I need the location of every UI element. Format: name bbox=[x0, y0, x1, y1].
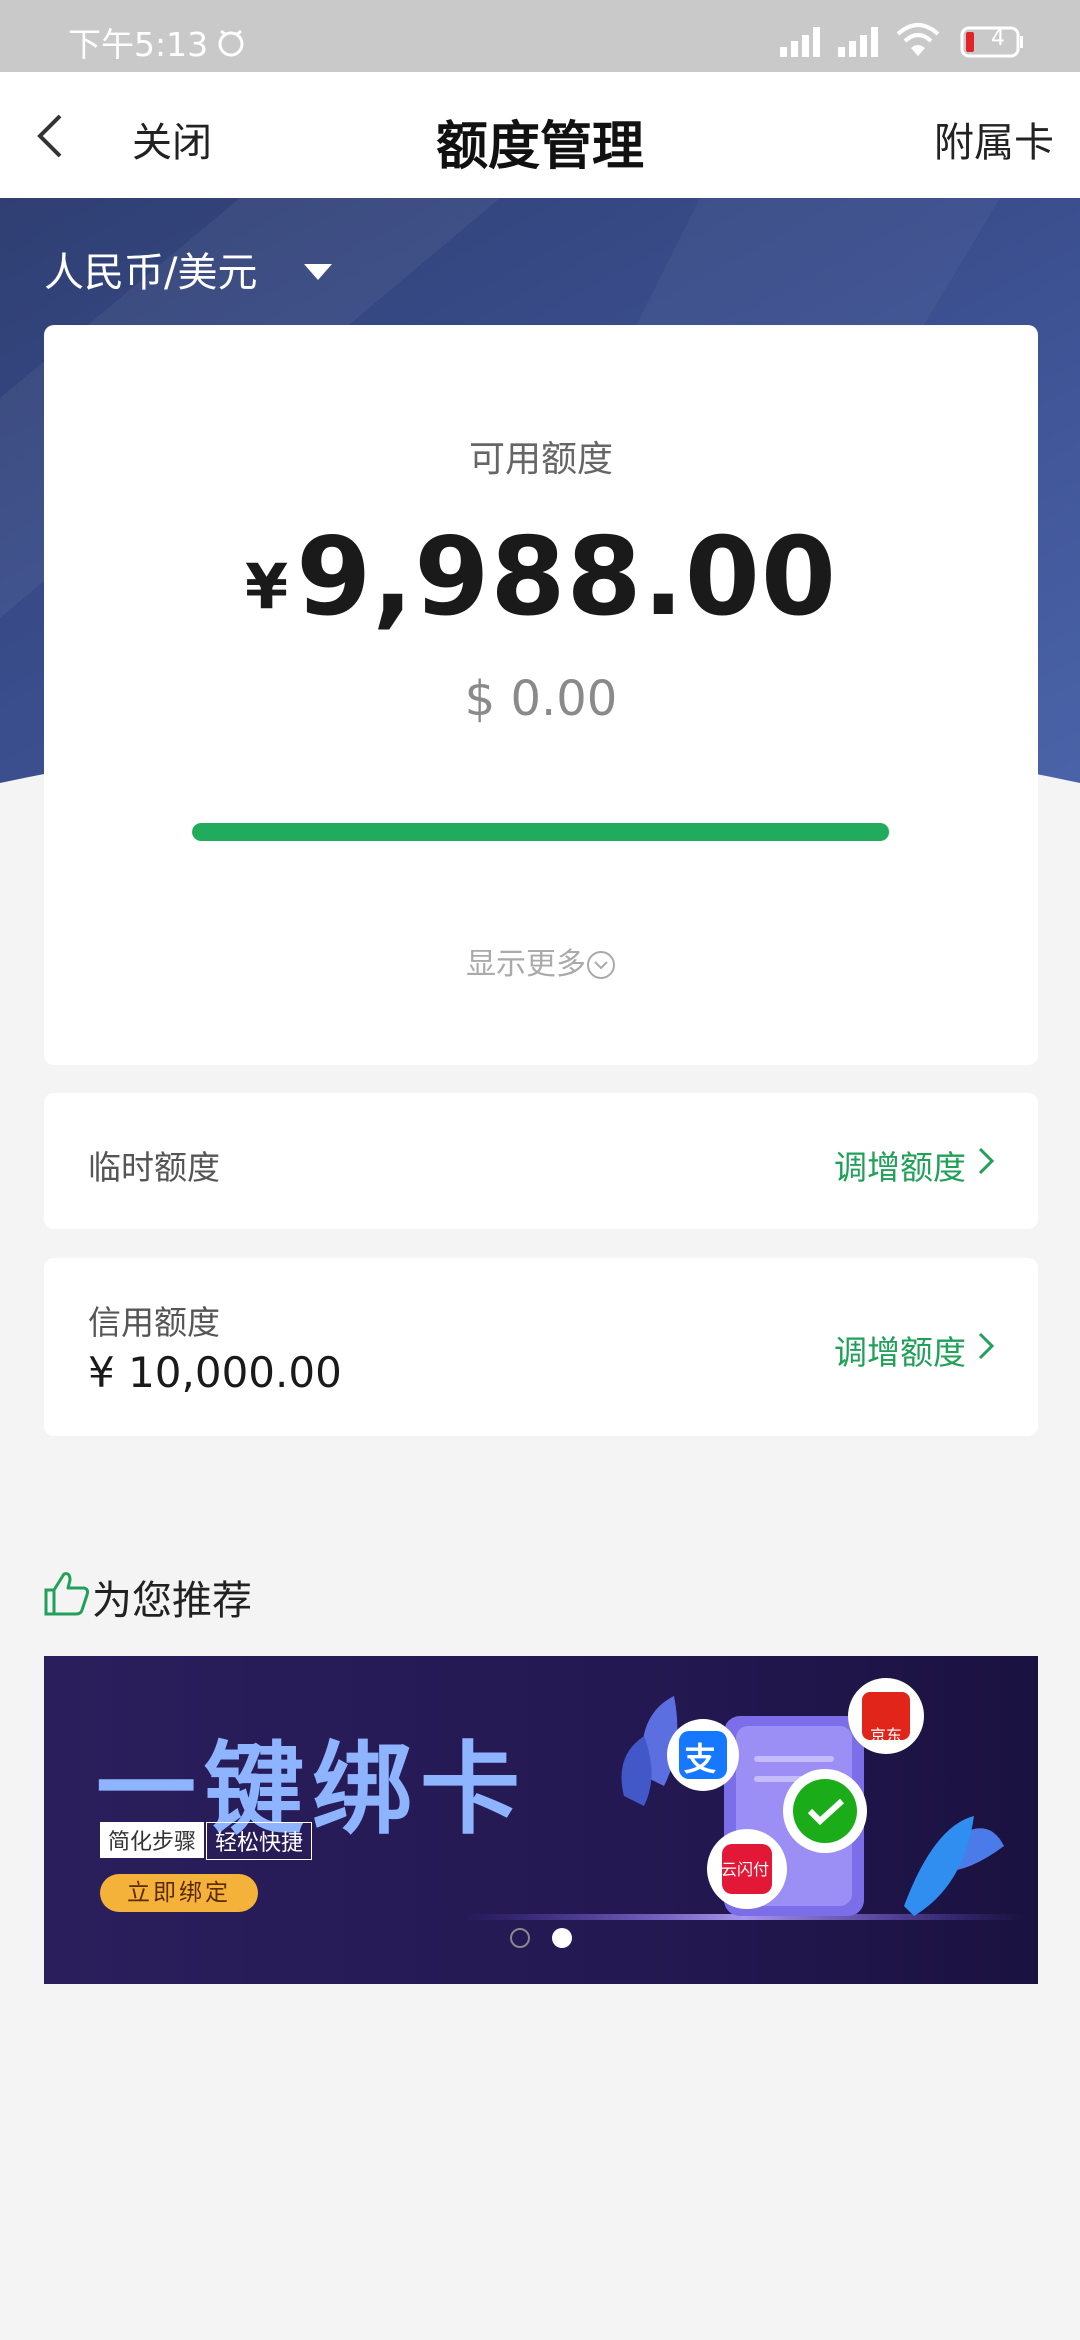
alarm-icon bbox=[218, 29, 244, 57]
status-time: 下午5:13 bbox=[68, 25, 209, 64]
temporary-increase-button[interactable]: 调增额度 bbox=[834, 1141, 966, 1189]
currency-selector[interactable]: 人民币/美元 bbox=[44, 240, 257, 298]
carousel-dot[interactable] bbox=[510, 1928, 530, 1948]
page-title: 额度管理 bbox=[435, 117, 644, 177]
recommend-title: 为您推荐 bbox=[92, 1578, 252, 1624]
thumbs-up-icon bbox=[44, 1572, 90, 1616]
unionpay-label: 云闪付 bbox=[721, 1860, 770, 1879]
promo-banner[interactable]: 一键绑卡 简化步骤 轻松快捷 立即绑定 京东 支 云闪付 bbox=[44, 1656, 1038, 1984]
chevron-right-icon[interactable] bbox=[976, 1330, 996, 1362]
wechat-pay-icon bbox=[783, 1769, 867, 1853]
show-more-label: 显示更多 bbox=[466, 947, 586, 982]
credit-progress-bar bbox=[192, 823, 890, 841]
temporary-credit-row: 临时额度 调增额度 bbox=[44, 1093, 1038, 1229]
available-credit-label: 可用额度 bbox=[468, 439, 613, 480]
credit-limit-value: ¥ 10,000.00 bbox=[88, 1348, 342, 1397]
chevron-right-icon[interactable] bbox=[976, 1145, 996, 1177]
battery-level: 4 bbox=[991, 26, 1005, 51]
temporary-credit-label: 临时额度 bbox=[88, 1148, 220, 1187]
signal-icon bbox=[838, 27, 878, 57]
signal-icon bbox=[780, 27, 820, 57]
show-more-button[interactable]: 显示更多 bbox=[44, 939, 1038, 983]
jd-label: 京东 bbox=[870, 1726, 903, 1745]
currency-symbol: ¥ bbox=[244, 550, 289, 623]
banner-tag-simplify: 简化步骤 bbox=[100, 1822, 205, 1858]
credit-increase-button[interactable]: 调增额度 bbox=[834, 1326, 966, 1374]
alipay-label: 支 bbox=[684, 1740, 717, 1778]
nav-bar: 关闭 额度管理 附属卡 bbox=[0, 72, 1080, 198]
status-bar: 下午5:13 4 bbox=[0, 0, 1080, 72]
supplementary-card-button[interactable]: 附属卡 bbox=[934, 110, 1054, 168]
credit-progress-fill bbox=[192, 823, 890, 841]
carousel-dot-active[interactable] bbox=[552, 1928, 572, 1948]
banner-tag-easy: 轻松快捷 bbox=[206, 1822, 313, 1860]
expand-circle-icon bbox=[587, 951, 615, 979]
available-amount-value: 9,988.00 bbox=[296, 515, 838, 640]
credit-limit-row: 信用额度 ¥ 10,000.00 调增额度 bbox=[44, 1258, 1038, 1436]
available-credit-amount: ¥9,988.00 bbox=[44, 515, 1038, 640]
caret-down-icon[interactable] bbox=[302, 262, 334, 282]
usd-amount: $ 0.00 bbox=[464, 671, 618, 727]
wifi-icon bbox=[896, 23, 940, 56]
available-credit-card: 可用额度 ¥9,988.00 $ 0.00 显示更多 bbox=[44, 325, 1038, 1065]
credit-limit-label: 信用额度 bbox=[88, 1303, 220, 1342]
bind-now-button[interactable]: 立即绑定 bbox=[100, 1874, 258, 1912]
